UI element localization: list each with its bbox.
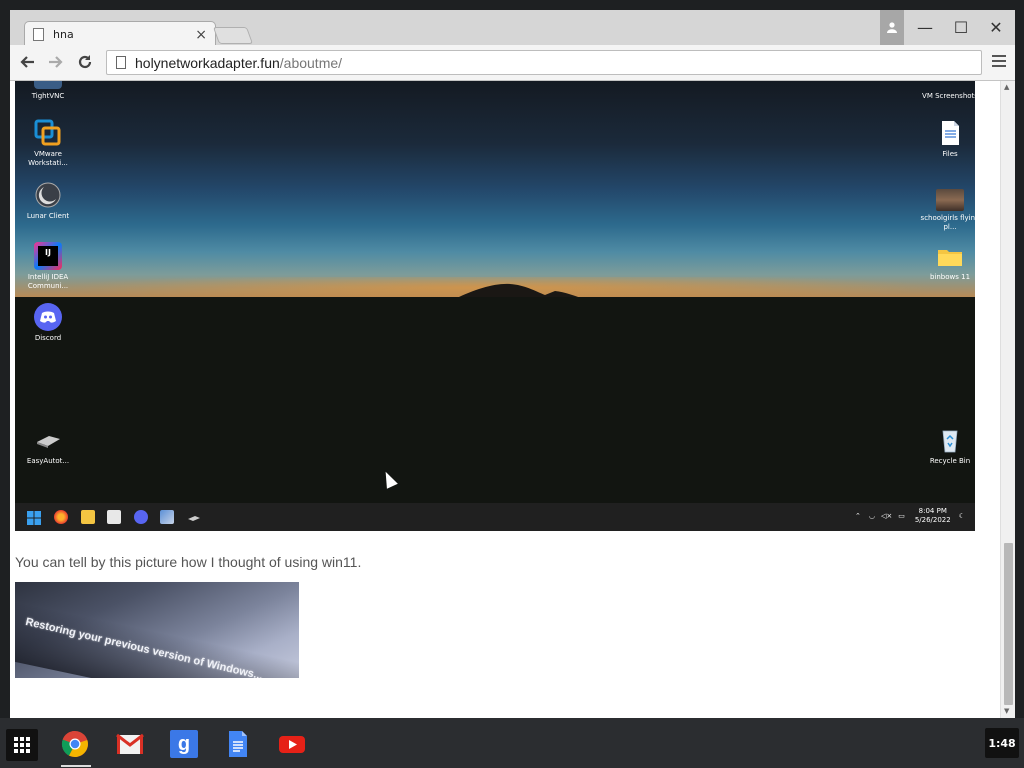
close-window-button[interactable]: ✕ [981, 10, 1011, 45]
folder-icon [936, 242, 964, 270]
intellij-icon: IJ [34, 242, 62, 270]
google-docs-icon[interactable] [224, 730, 252, 758]
discord-taskbar-icon [134, 510, 148, 524]
minimize-button[interactable]: — [910, 10, 940, 45]
restoring-windows-photo: Restoring your previous version of Windo… [15, 582, 299, 678]
desktop-icon-binbows-11[interactable]: binbows 11 [920, 242, 980, 282]
reload-button[interactable] [73, 50, 97, 74]
tab-title: hna [53, 28, 74, 41]
browser-window: hna × — ☐ ✕ holynetworkadapter.fun/about… [10, 10, 1015, 718]
desktop-icon-files[interactable]: Files [920, 119, 980, 159]
url-path: /aboutme/ [279, 54, 343, 71]
discord-icon [34, 303, 62, 331]
file-icon [936, 119, 964, 147]
profile-icon[interactable] [880, 10, 904, 45]
easyautot-taskbar-icon [187, 510, 201, 524]
vertical-scrollbar[interactable]: ▲ ▼ [1000, 81, 1015, 718]
desktop-icon-schoolgirls[interactable]: schoolgirls flying pl... [920, 183, 980, 232]
easyautot-icon [34, 426, 62, 454]
image-thumbnail-icon [936, 189, 964, 211]
notification-moon-icon: ☾ [958, 512, 965, 520]
tab-hna[interactable]: hna × [24, 21, 216, 47]
maximize-button[interactable]: ☐ [946, 10, 976, 45]
scroll-down-icon[interactable]: ▼ [1004, 707, 1009, 715]
desktop-icon-discord[interactable]: Discord [18, 303, 78, 343]
chrome-icon[interactable] [61, 730, 89, 758]
tab-close-icon[interactable]: × [195, 28, 207, 42]
chromeos-shelf: g [0, 718, 1024, 768]
recycle-bin-icon [936, 426, 964, 454]
caption-text: You can tell by this picture how I thoug… [15, 554, 362, 570]
vmware-icon [34, 119, 62, 147]
file-explorer-icon [81, 510, 95, 524]
firefox-icon [54, 510, 68, 524]
app-launcher-icon[interactable] [6, 729, 38, 761]
url-text: holynetworkadapter.fun/aboutme/ [135, 55, 342, 71]
chrome-menu-icon[interactable] [992, 52, 1006, 67]
scroll-up-icon[interactable]: ▲ [1004, 83, 1009, 91]
taskbar-clock: 8:04 PM 5/26/2022 [914, 507, 951, 524]
tightvnc-icon [34, 81, 62, 89]
win11-desktop-screenshot: TightVNC VMware Workstati... Lunar Clien… [15, 81, 979, 531]
page-favicon-icon [33, 28, 44, 41]
youtube-icon[interactable] [278, 730, 306, 758]
google-search-icon[interactable]: g [170, 730, 198, 758]
back-arrow-icon [20, 56, 34, 68]
desktop-icon-tightvnc[interactable]: TightVNC [18, 81, 78, 101]
reload-icon [78, 55, 92, 69]
back-button[interactable] [15, 50, 39, 74]
lunar-client-icon [34, 181, 62, 209]
url-host: holynetworkadapter.fun [135, 54, 280, 71]
remote-desktop-icon [160, 510, 174, 524]
page-info-icon[interactable] [116, 56, 126, 69]
wifi-icon: ◡ [868, 512, 875, 520]
desktop-icon-recycle-bin[interactable]: Recycle Bin [920, 426, 980, 466]
desktop-icon-vm-screenshots[interactable]: VM Screenshots [920, 81, 980, 101]
battery-icon: ▭ [898, 512, 905, 520]
desktop-icon-lunar-client[interactable]: Lunar Client [18, 181, 78, 221]
desktop-icon-vmware[interactable]: VMware Workstati... [18, 119, 78, 168]
page-content: TightVNC VMware Workstati... Lunar Clien… [10, 81, 1000, 718]
forward-arrow-icon [49, 56, 63, 68]
volume-muted-icon: ◁× [880, 512, 893, 520]
status-area-clock[interactable]: 1:48 [985, 728, 1019, 758]
system-tray: ⌃ ◡ ◁× ▭ 8:04 PM 5/26/2022 ☾ [855, 507, 965, 525]
desktop-icon-intellij[interactable]: IJ IntelliJ IDEA Communi... [18, 242, 78, 291]
win11-taskbar: ⌃ ◡ ◁× ▭ 8:04 PM 5/26/2022 ☾ [15, 503, 975, 531]
scrollbar-thumb[interactable] [1004, 543, 1013, 705]
folder-icon [936, 81, 964, 89]
forward-button[interactable] [44, 50, 68, 74]
title-bar: hna × — ☐ ✕ [10, 10, 1015, 47]
new-tab-button[interactable] [212, 27, 254, 44]
windows-start-icon [27, 510, 41, 525]
desktop-icon-easyautot[interactable]: EasyAutot... [18, 426, 78, 466]
gmail-icon[interactable] [116, 730, 144, 758]
microsoft-store-icon [107, 510, 121, 524]
chevron-up-icon: ⌃ [854, 512, 861, 520]
address-bar[interactable]: holynetworkadapter.fun/aboutme/ ☆ [106, 50, 982, 75]
browser-toolbar: holynetworkadapter.fun/aboutme/ ☆ [10, 45, 1015, 81]
chrome-active-indicator [61, 765, 91, 767]
